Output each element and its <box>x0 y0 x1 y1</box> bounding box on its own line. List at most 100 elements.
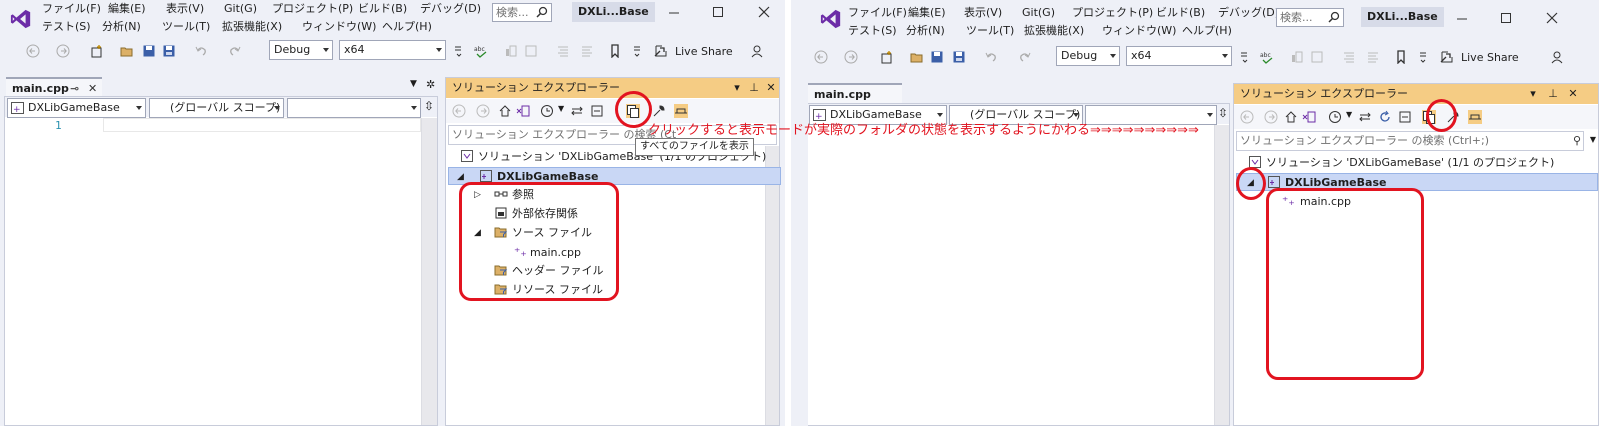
menu-window[interactable]: ウィンドウ(W) <box>1102 22 1176 40</box>
menu-git[interactable]: Git(G) <box>1022 4 1055 22</box>
panel-pin-icon[interactable]: ⊥ <box>747 81 761 95</box>
panel-dropdown-icon[interactable]: ▾ <box>1526 87 1540 101</box>
editor-vertical-scrollbar[interactable] <box>1214 125 1229 425</box>
minimize-icon[interactable] <box>1454 10 1470 26</box>
maximize-icon[interactable] <box>710 4 726 20</box>
code-editor[interactable]: + DXLibGameBase (グローバル スコープ) ⇳ 1 <box>4 96 438 426</box>
menu-analyze[interactable]: 分析(N) <box>102 18 141 36</box>
code-editor[interactable]: + DXLibGameBase (グローバル スコープ) ⇳ <box>808 103 1230 426</box>
new-project-icon[interactable] <box>90 44 104 58</box>
menu-window[interactable]: ウィンドウ(W) <box>302 18 376 36</box>
menu-view[interactable]: 表示(V) <box>964 4 1002 22</box>
breakpoint-icon[interactable] <box>504 44 518 58</box>
member-scope-select[interactable] <box>287 98 421 118</box>
configuration-select[interactable]: Debug <box>269 40 333 60</box>
back-icon[interactable] <box>452 104 466 118</box>
maximize-icon[interactable] <box>1498 10 1514 26</box>
undo-icon[interactable] <box>194 44 208 58</box>
preview-selected-items-icon[interactable] <box>1468 110 1482 124</box>
live-share-icon[interactable] <box>654 44 668 58</box>
split-editor-icon[interactable]: ⇳ <box>1218 106 1228 120</box>
align-left-icon[interactable] <box>556 44 570 58</box>
menu-test[interactable]: テスト(S) <box>848 22 897 40</box>
menu-build[interactable]: ビルド(B) <box>358 0 407 18</box>
menu-debug[interactable]: デバッグ(D) <box>420 0 481 18</box>
navigate-back-icon[interactable] <box>26 44 40 58</box>
comment-icon[interactable] <box>1310 50 1324 64</box>
bookmark-options-icon[interactable] <box>630 44 644 58</box>
align-right-icon[interactable] <box>580 44 594 58</box>
panel-close-icon[interactable]: ✕ <box>1566 87 1580 101</box>
filter-dropdown-icon[interactable]: ▼ <box>558 104 564 113</box>
search-box[interactable]: 検索... <box>1276 8 1344 27</box>
bookmark-icon[interactable] <box>608 44 622 58</box>
menu-debug[interactable]: デバッグ(D) <box>1218 4 1279 22</box>
menu-edit[interactable]: 編集(E) <box>108 0 146 18</box>
close-icon[interactable] <box>756 4 772 20</box>
home-icon[interactable] <box>1284 110 1298 124</box>
navigate-forward-icon[interactable] <box>56 44 70 58</box>
menu-edit[interactable]: 編集(E) <box>908 4 946 22</box>
tree-solution[interactable]: ソリューション 'DXLibGameBase' (1/1 のプロジェクト) <box>1248 154 1554 172</box>
sync-active-document-icon[interactable] <box>1358 110 1372 124</box>
bookmark-icon[interactable] <box>1394 50 1408 64</box>
filter-dropdown-icon[interactable]: ▼ <box>1346 110 1352 119</box>
menu-file[interactable]: ファイル(F) <box>848 4 907 22</box>
pending-changes-filter-icon[interactable] <box>1328 110 1342 124</box>
toolbar-options-icon[interactable] <box>1238 50 1252 64</box>
open-folder-icon[interactable] <box>910 50 924 64</box>
navigate-back-icon[interactable] <box>814 50 828 64</box>
settings-gear-icon[interactable]: ✲ <box>426 78 435 91</box>
menu-build[interactable]: ビルド(B) <box>1156 4 1205 22</box>
collapse-all-icon[interactable] <box>1398 110 1412 124</box>
breakpoint-icon[interactable] <box>1290 50 1304 64</box>
project-scope-select[interactable]: + DXLibGameBase <box>7 98 146 118</box>
align-right-icon[interactable] <box>1366 50 1380 64</box>
save-all-icon[interactable] <box>162 44 176 58</box>
menu-tools[interactable]: ツール(T) <box>966 22 1014 40</box>
panel-dropdown-icon[interactable]: ▾ <box>730 81 744 95</box>
menu-git[interactable]: Git(G) <box>224 0 257 18</box>
undo-icon[interactable] <box>984 50 998 64</box>
redo-icon[interactable] <box>1018 50 1032 64</box>
spell-check-icon[interactable]: abc <box>1260 50 1274 64</box>
preview-selected-items-icon[interactable] <box>674 104 688 118</box>
live-share-icon[interactable] <box>1440 50 1454 64</box>
menu-help[interactable]: ヘルプ(H) <box>382 18 432 36</box>
panel-pin-icon[interactable]: ⊥ <box>1546 87 1560 101</box>
forward-icon[interactable] <box>476 104 490 118</box>
tab-main-cpp[interactable]: main.cpp ⊸ ✕ <box>6 77 102 97</box>
toolbar-options-icon[interactable] <box>452 44 466 58</box>
global-scope-select[interactable]: (グローバル スコープ) <box>149 98 284 118</box>
switch-views-icon[interactable] <box>516 104 530 118</box>
menu-help[interactable]: ヘルプ(H) <box>1182 22 1232 40</box>
collapse-all-icon[interactable] <box>590 104 604 118</box>
refresh-icon[interactable] <box>1378 110 1392 124</box>
open-folder-icon[interactable] <box>120 44 134 58</box>
menu-extensions[interactable]: 拡張機能(X) <box>222 18 282 36</box>
pending-changes-filter-icon[interactable] <box>540 104 554 118</box>
menu-view[interactable]: 表示(V) <box>166 0 204 18</box>
save-icon[interactable] <box>930 50 944 64</box>
menu-analyze[interactable]: 分析(N) <box>906 22 945 40</box>
solution-search-input[interactable]: ソリューション エクスプローラー の検索 (Ctrl+;) ⚲ <box>1236 131 1584 151</box>
search-options-dropdown-icon[interactable]: ▼ <box>1590 135 1596 144</box>
sync-active-document-icon[interactable] <box>570 104 584 118</box>
menu-file[interactable]: ファイル(F) <box>42 0 101 18</box>
navigate-forward-icon[interactable] <box>844 50 858 64</box>
switch-views-icon[interactable] <box>1302 110 1316 124</box>
menu-project[interactable]: プロジェクト(P) <box>1072 4 1153 22</box>
live-share-label[interactable]: Live Share <box>675 43 733 61</box>
tab-main-cpp[interactable]: main.cpp <box>808 83 902 103</box>
forward-icon[interactable] <box>1264 110 1278 124</box>
redo-icon[interactable] <box>228 44 242 58</box>
new-project-icon[interactable] <box>880 50 894 64</box>
menu-test[interactable]: テスト(S) <box>42 18 91 36</box>
minimize-icon[interactable] <box>666 4 682 20</box>
feedback-icon[interactable] <box>750 44 764 58</box>
align-left-icon[interactable] <box>1342 50 1356 64</box>
close-icon[interactable] <box>1544 10 1560 26</box>
platform-select[interactable]: x64 <box>339 40 446 60</box>
menu-tools[interactable]: ツール(T) <box>162 18 210 36</box>
split-editor-icon[interactable]: ⇳ <box>424 99 434 113</box>
